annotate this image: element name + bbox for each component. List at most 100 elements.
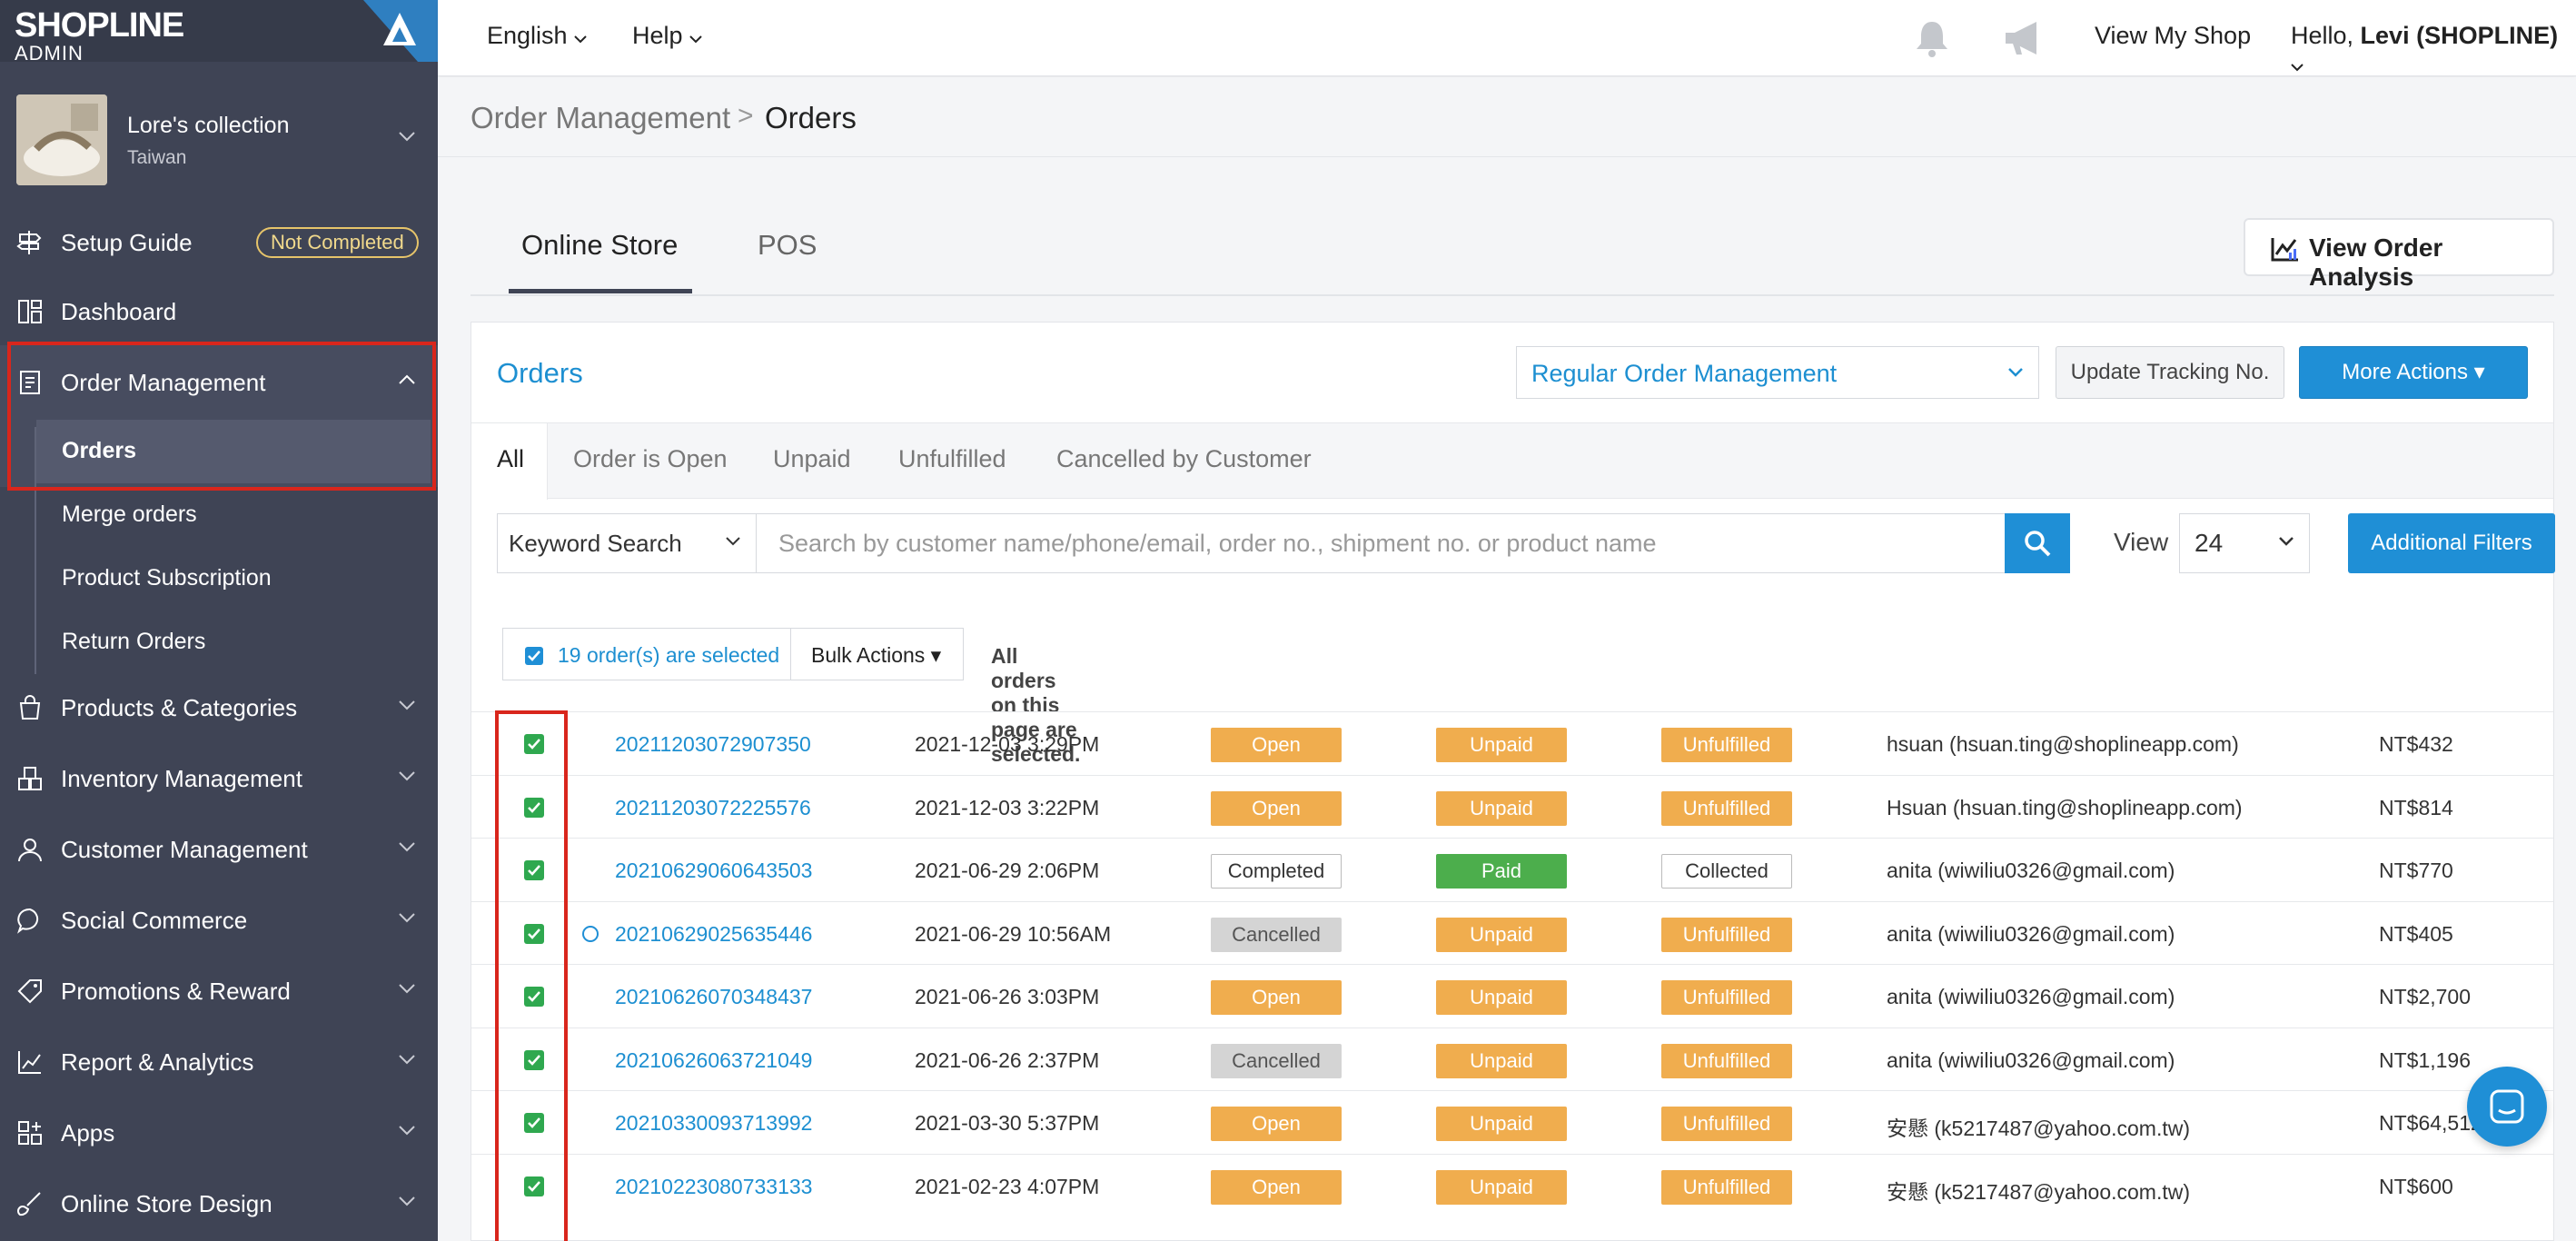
order-number-link[interactable]: 20210330093713992: [615, 1111, 812, 1136]
checkmark-icon: [528, 991, 540, 1002]
sidebar-item-customers[interactable]: Customer Management: [0, 816, 438, 883]
update-tracking-button[interactable]: Update Tracking No.: [2056, 346, 2284, 399]
chevron-down-icon: [399, 842, 415, 852]
search-icon: [2025, 531, 2051, 557]
sidebar-item-return-orders[interactable]: Return Orders: [0, 611, 438, 674]
chevron-down-icon: [2291, 64, 2304, 72]
chevron-down-icon: [574, 35, 587, 44]
sidebar-item-product-subscription[interactable]: Product Subscription: [0, 547, 438, 611]
more-actions-button[interactable]: More Actions ▾: [2299, 346, 2528, 399]
order-amount: NT$2,700: [2379, 985, 2472, 1008]
sidebar-item-social-commerce[interactable]: Social Commerce: [0, 887, 438, 954]
table-row[interactable]: 20210626063721049 2021-06-26 2:37PM Cancel…: [471, 1027, 2553, 1091]
sidebar-item-dashboard[interactable]: Dashboard: [0, 278, 438, 345]
sidebar-item-products[interactable]: Products & Categories: [0, 674, 438, 741]
apps-icon: [18, 1121, 42, 1145]
sidebar: SHOPLINE ADMIN Lore's collection Taiwan …: [0, 0, 438, 1241]
customer-info: anita (wiwiliu0326@gmail.com): [1887, 859, 2175, 882]
sidebar-item-label: Apps: [61, 1119, 115, 1147]
filter-tab-all[interactable]: All: [471, 423, 548, 500]
checkmark-icon: [528, 739, 540, 750]
sidebar-item-merge-orders[interactable]: Merge orders: [0, 483, 438, 547]
row-checkbox[interactable]: [524, 1176, 544, 1196]
checkmark-icon: [528, 865, 540, 876]
table-row[interactable]: 20211203072907350 2021-12-03 3:29PM Open Un…: [471, 711, 2553, 775]
active-tab-indicator: [509, 289, 692, 293]
sidebar-item-label: Inventory Management: [61, 765, 302, 792]
sidebar-item-reports[interactable]: Report & Analytics: [0, 1028, 438, 1096]
user-icon: [18, 839, 42, 862]
view-order-analysis-button[interactable]: View Order Analysis: [2244, 218, 2554, 291]
chart-icon: [18, 1051, 41, 1074]
sidebar-item-order-management[interactable]: Order Management: [0, 349, 438, 416]
sidebar-subitem-label: Merge orders: [62, 501, 197, 527]
order-number-link[interactable]: 20210629060643503: [615, 859, 812, 883]
row-checkbox[interactable]: [524, 734, 544, 754]
sidebar-item-setup-guide[interactable]: Setup Guide Not Completed: [0, 209, 438, 276]
order-number-link[interactable]: 20211203072907350: [615, 732, 811, 757]
chevron-up-icon: [399, 374, 415, 384]
brush-icon: [17, 1192, 41, 1216]
bell-icon[interactable]: [1913, 18, 1951, 58]
additional-filters-button[interactable]: Additional Filters: [2348, 513, 2555, 573]
customer-info: hsuan (hsuan.ting@shoplineapp.com): [1887, 732, 2239, 756]
filter-tab-open[interactable]: Order is Open: [573, 445, 728, 473]
checkmark-icon: [528, 1117, 540, 1128]
sidebar-item-inventory[interactable]: Inventory Management: [0, 745, 438, 812]
user-menu[interactable]: Hello, Levi (SHOPLINE): [2291, 22, 2576, 78]
support-chat-button[interactable]: [2467, 1067, 2547, 1147]
filter-tab-unfulfilled[interactable]: Unfulfilled: [898, 445, 1006, 473]
select-all-checkbox[interactable]: [525, 647, 543, 665]
row-checkbox[interactable]: [524, 797, 544, 818]
row-checkbox[interactable]: [524, 987, 544, 1007]
order-number-link[interactable]: 20210626070348437: [615, 985, 812, 1009]
search-input[interactable]: [757, 513, 2010, 573]
sidebar-item-label: Customer Management: [61, 836, 308, 863]
order-number-link[interactable]: 20210629025635446: [615, 922, 812, 947]
order-number-link[interactable]: 20210626063721049: [615, 1048, 812, 1073]
table-row[interactable]: 20210330093713992 2021-03-30 5:37PM Open Un…: [471, 1090, 2553, 1154]
sidebar-item-apps[interactable]: Apps: [0, 1099, 438, 1167]
tab-pos[interactable]: POS: [758, 229, 817, 262]
table-row[interactable]: 20210629060643503 2021-06-29 2:06PM Comple…: [471, 838, 2553, 901]
sidebar-item-promotions[interactable]: Promotions & Reward: [0, 958, 438, 1025]
sidebar-item-online-store-design[interactable]: Online Store Design: [0, 1170, 438, 1237]
order-status-badge: Open: [1211, 1107, 1342, 1141]
customer-info: 安懸 (k5217487@yahoo.com.tw): [1887, 1117, 2190, 1140]
shopline-logo[interactable]: SHOPLINE ADMIN: [15, 7, 184, 64]
order-number-link[interactable]: 20211203072225576: [615, 796, 811, 820]
view-count-select[interactable]: 24: [2179, 513, 2310, 573]
table-row[interactable]: 20210223080733133 2021-02-23 4:07PM Open Un…: [471, 1153, 2553, 1217]
table-row[interactable]: 20210626070348437 2021-06-26 3:03PM Open Un…: [471, 964, 2553, 1028]
filter-tab-unpaid[interactable]: Unpaid: [773, 445, 851, 473]
order-amount: NT$1,196: [2379, 1047, 2472, 1072]
sidebar-item-orders[interactable]: Orders: [0, 420, 438, 483]
megaphone-icon[interactable]: [2002, 18, 2047, 58]
store-switcher[interactable]: Lore's collection Taiwan: [0, 82, 438, 200]
breadcrumb: Order Management > Orders: [438, 77, 2576, 157]
table-row[interactable]: 20210629025635446 2021-06-29 10:56AM Cance…: [471, 900, 2553, 965]
view-my-shop-link[interactable]: View My Shop: [2095, 22, 2251, 50]
breadcrumb-parent[interactable]: Order Management: [471, 101, 730, 135]
selection-summary[interactable]: 19 order(s) are selected: [502, 628, 791, 680]
row-checkbox[interactable]: [524, 860, 544, 880]
sidebar-item-label: Dashboard: [61, 298, 177, 325]
row-checkbox[interactable]: [524, 1049, 544, 1070]
tab-online-store[interactable]: Online Store: [521, 229, 678, 262]
filter-tab-cancelled[interactable]: Cancelled by Customer: [1056, 445, 1312, 473]
search-type-select[interactable]: Keyword Search: [497, 513, 757, 573]
row-checkbox[interactable]: [524, 923, 544, 944]
chevron-down-icon: [2008, 368, 2023, 377]
fulfillment-status-badge: Collected: [1661, 854, 1792, 889]
order-date: 2021-12-03 3:22PM: [915, 795, 1100, 819]
row-checkbox[interactable]: [524, 1113, 544, 1133]
order-number-link[interactable]: 20210223080733133: [615, 1175, 812, 1199]
table-row[interactable]: 20211203072225576 2021-12-03 3:22PM Open Un…: [471, 774, 2553, 839]
fulfillment-status-badge: Unfulfilled: [1661, 917, 1792, 952]
order-amount: NT$432: [2379, 732, 2453, 756]
search-button[interactable]: [2005, 513, 2070, 573]
language-menu[interactable]: English: [487, 22, 587, 50]
bulk-actions-button[interactable]: Bulk Actions ▾: [791, 628, 964, 680]
help-menu[interactable]: Help: [632, 22, 702, 50]
order-management-type-select[interactable]: Regular Order Management: [1516, 346, 2039, 399]
